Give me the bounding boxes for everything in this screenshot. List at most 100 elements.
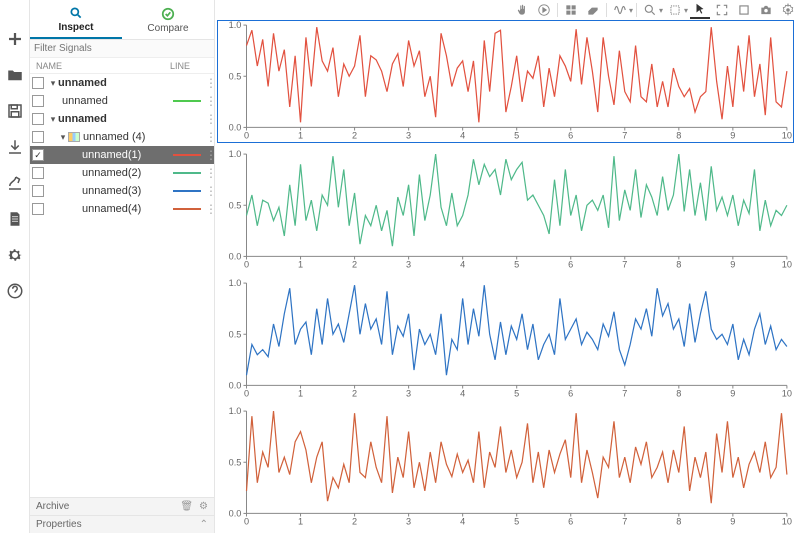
checkbox[interactable] (32, 149, 44, 161)
signal-tree[interactable]: ▾ unnamed ⋮ unnamed ⋮ ▾ unnamed ⋮ ▾ unna… (30, 74, 214, 497)
tree-run[interactable]: ▾ unnamed (4) ⋮ (30, 128, 214, 146)
gear-icon[interactable]: ⚙ (199, 501, 208, 512)
more-icon[interactable]: ⋮ (205, 188, 213, 194)
clear-icon[interactable] (583, 1, 603, 19)
svg-text:0.5: 0.5 (229, 200, 242, 210)
more-icon[interactable]: ⋮ (205, 134, 213, 140)
fit-icon[interactable] (665, 1, 685, 19)
svg-text:9: 9 (730, 131, 735, 141)
open-folder-button[interactable] (4, 64, 26, 86)
svg-text:10: 10 (782, 259, 792, 269)
checkbox[interactable] (32, 95, 44, 107)
play-icon[interactable] (534, 1, 554, 19)
signal-panel: Inspect Compare NAME LINE ▾ unnamed ⋮ un… (30, 0, 215, 533)
maximize-icon[interactable] (734, 1, 754, 19)
group-label: unnamed (58, 113, 205, 125)
svg-text:5: 5 (514, 259, 519, 269)
tab-inspect[interactable]: Inspect (30, 0, 122, 39)
export-button[interactable] (4, 172, 26, 194)
svg-text:1.0: 1.0 (229, 150, 242, 159)
svg-text:1.0: 1.0 (229, 407, 242, 416)
signal-icon[interactable] (610, 1, 630, 19)
more-icon[interactable]: ⋮ (205, 116, 213, 122)
trash-icon[interactable]: 🗑 (180, 501, 193, 512)
col-name: NAME (30, 61, 170, 71)
signal-label: unnamed(1) (82, 149, 173, 161)
checkbox[interactable] (32, 203, 44, 215)
tab-compare[interactable]: Compare (122, 0, 214, 39)
svg-text:8: 8 (676, 131, 681, 141)
checkbox[interactable] (32, 113, 44, 125)
svg-text:0: 0 (244, 259, 249, 269)
collapse-icon[interactable]: ▾ (48, 114, 58, 125)
checkbox[interactable] (32, 185, 44, 197)
svg-text:10: 10 (782, 388, 792, 398)
grid-icon[interactable] (561, 1, 581, 19)
plot-area: ▾ ▾ ▾ 0123456789100.00.51.00123456789100… (215, 0, 800, 533)
svg-text:0.0: 0.0 (229, 251, 242, 261)
svg-text:1.0: 1.0 (229, 21, 242, 30)
subplot[interactable]: 0123456789100.00.51.0 (217, 406, 794, 529)
checkbox[interactable] (32, 131, 44, 143)
svg-text:0.5: 0.5 (229, 458, 242, 468)
svg-text:0: 0 (244, 131, 249, 141)
line-preview (173, 150, 201, 160)
run-label: unnamed (4) (83, 131, 205, 143)
more-icon[interactable]: ⋮ (205, 80, 213, 86)
hand-icon[interactable] (512, 1, 532, 19)
svg-text:0.5: 0.5 (229, 71, 242, 81)
tree-signal[interactable]: unnamed ⋮ (30, 92, 214, 110)
more-icon[interactable]: ⋮ (205, 98, 213, 104)
checkbox[interactable] (32, 77, 44, 89)
properties-section[interactable]: Properties ⌃ (30, 515, 214, 533)
svg-text:2: 2 (352, 388, 357, 398)
cursor-icon[interactable] (690, 1, 710, 19)
svg-text:10: 10 (782, 517, 792, 527)
svg-text:7: 7 (622, 131, 627, 141)
gear-icon[interactable] (778, 1, 798, 19)
column-header: NAME LINE (30, 58, 214, 74)
settings-button[interactable] (4, 244, 26, 266)
tree-group[interactable]: ▾ unnamed ⋮ (30, 110, 214, 128)
add-button[interactable] (4, 28, 26, 50)
line-preview (173, 204, 201, 214)
svg-text:7: 7 (622, 517, 627, 527)
camera-icon[interactable] (756, 1, 776, 19)
svg-text:10: 10 (782, 131, 792, 141)
subplot[interactable]: 0123456789100.00.51.0 (217, 278, 794, 401)
collapse-icon[interactable]: ▾ (58, 132, 68, 143)
plot-grid[interactable]: 0123456789100.00.51.00123456789100.00.51… (215, 18, 800, 533)
svg-text:7: 7 (622, 259, 627, 269)
tree-signal[interactable]: unnamed(2) ⋮ (30, 164, 214, 182)
svg-text:3: 3 (406, 517, 411, 527)
line-preview (173, 186, 201, 196)
tree-signal[interactable]: unnamed(1) ⋮ (30, 146, 214, 164)
panel-tabs: Inspect Compare (30, 0, 214, 40)
save-button[interactable] (4, 100, 26, 122)
svg-text:3: 3 (406, 259, 411, 269)
collapse-icon[interactable]: ▾ (48, 78, 58, 89)
plot-toolbar: ▾ ▾ ▾ (512, 0, 798, 20)
svg-text:1: 1 (298, 388, 303, 398)
svg-text:5: 5 (514, 131, 519, 141)
svg-text:8: 8 (676, 517, 681, 527)
more-icon[interactable]: ⋮ (205, 206, 213, 212)
tree-signal[interactable]: unnamed(4) ⋮ (30, 200, 214, 218)
more-icon[interactable]: ⋮ (205, 152, 213, 158)
import-button[interactable] (4, 136, 26, 158)
zoom-icon[interactable] (640, 1, 660, 19)
checkbox[interactable] (32, 167, 44, 179)
expand-icon[interactable] (712, 1, 732, 19)
subplot[interactable]: 0123456789100.00.51.0 (217, 149, 794, 272)
archive-section[interactable]: Archive 🗑 ⚙ (30, 497, 214, 515)
help-button[interactable] (4, 280, 26, 302)
filter-input[interactable] (30, 40, 214, 57)
tree-group[interactable]: ▾ unnamed ⋮ (30, 74, 214, 92)
subplot[interactable]: 0123456789100.00.51.0 (217, 20, 794, 143)
document-button[interactable] (4, 208, 26, 230)
line-preview (173, 96, 201, 106)
tree-signal[interactable]: unnamed(3) ⋮ (30, 182, 214, 200)
more-icon[interactable]: ⋮ (205, 170, 213, 176)
vertical-toolbar (0, 0, 30, 533)
properties-label: Properties (36, 519, 194, 530)
